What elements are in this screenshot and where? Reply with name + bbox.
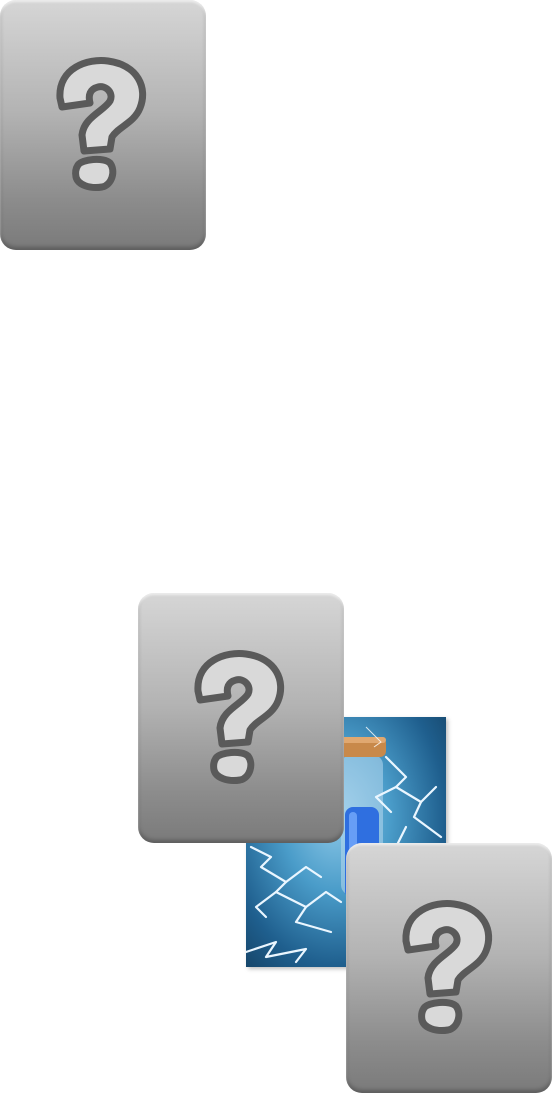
question-mark-icon — [194, 650, 285, 784]
question-mark-icon — [56, 57, 147, 191]
hidden-card-1[interactable] — [0, 0, 206, 250]
question-mark-icon — [402, 900, 493, 1034]
hidden-card-3[interactable] — [346, 843, 552, 1093]
hidden-card-2[interactable] — [138, 593, 344, 843]
